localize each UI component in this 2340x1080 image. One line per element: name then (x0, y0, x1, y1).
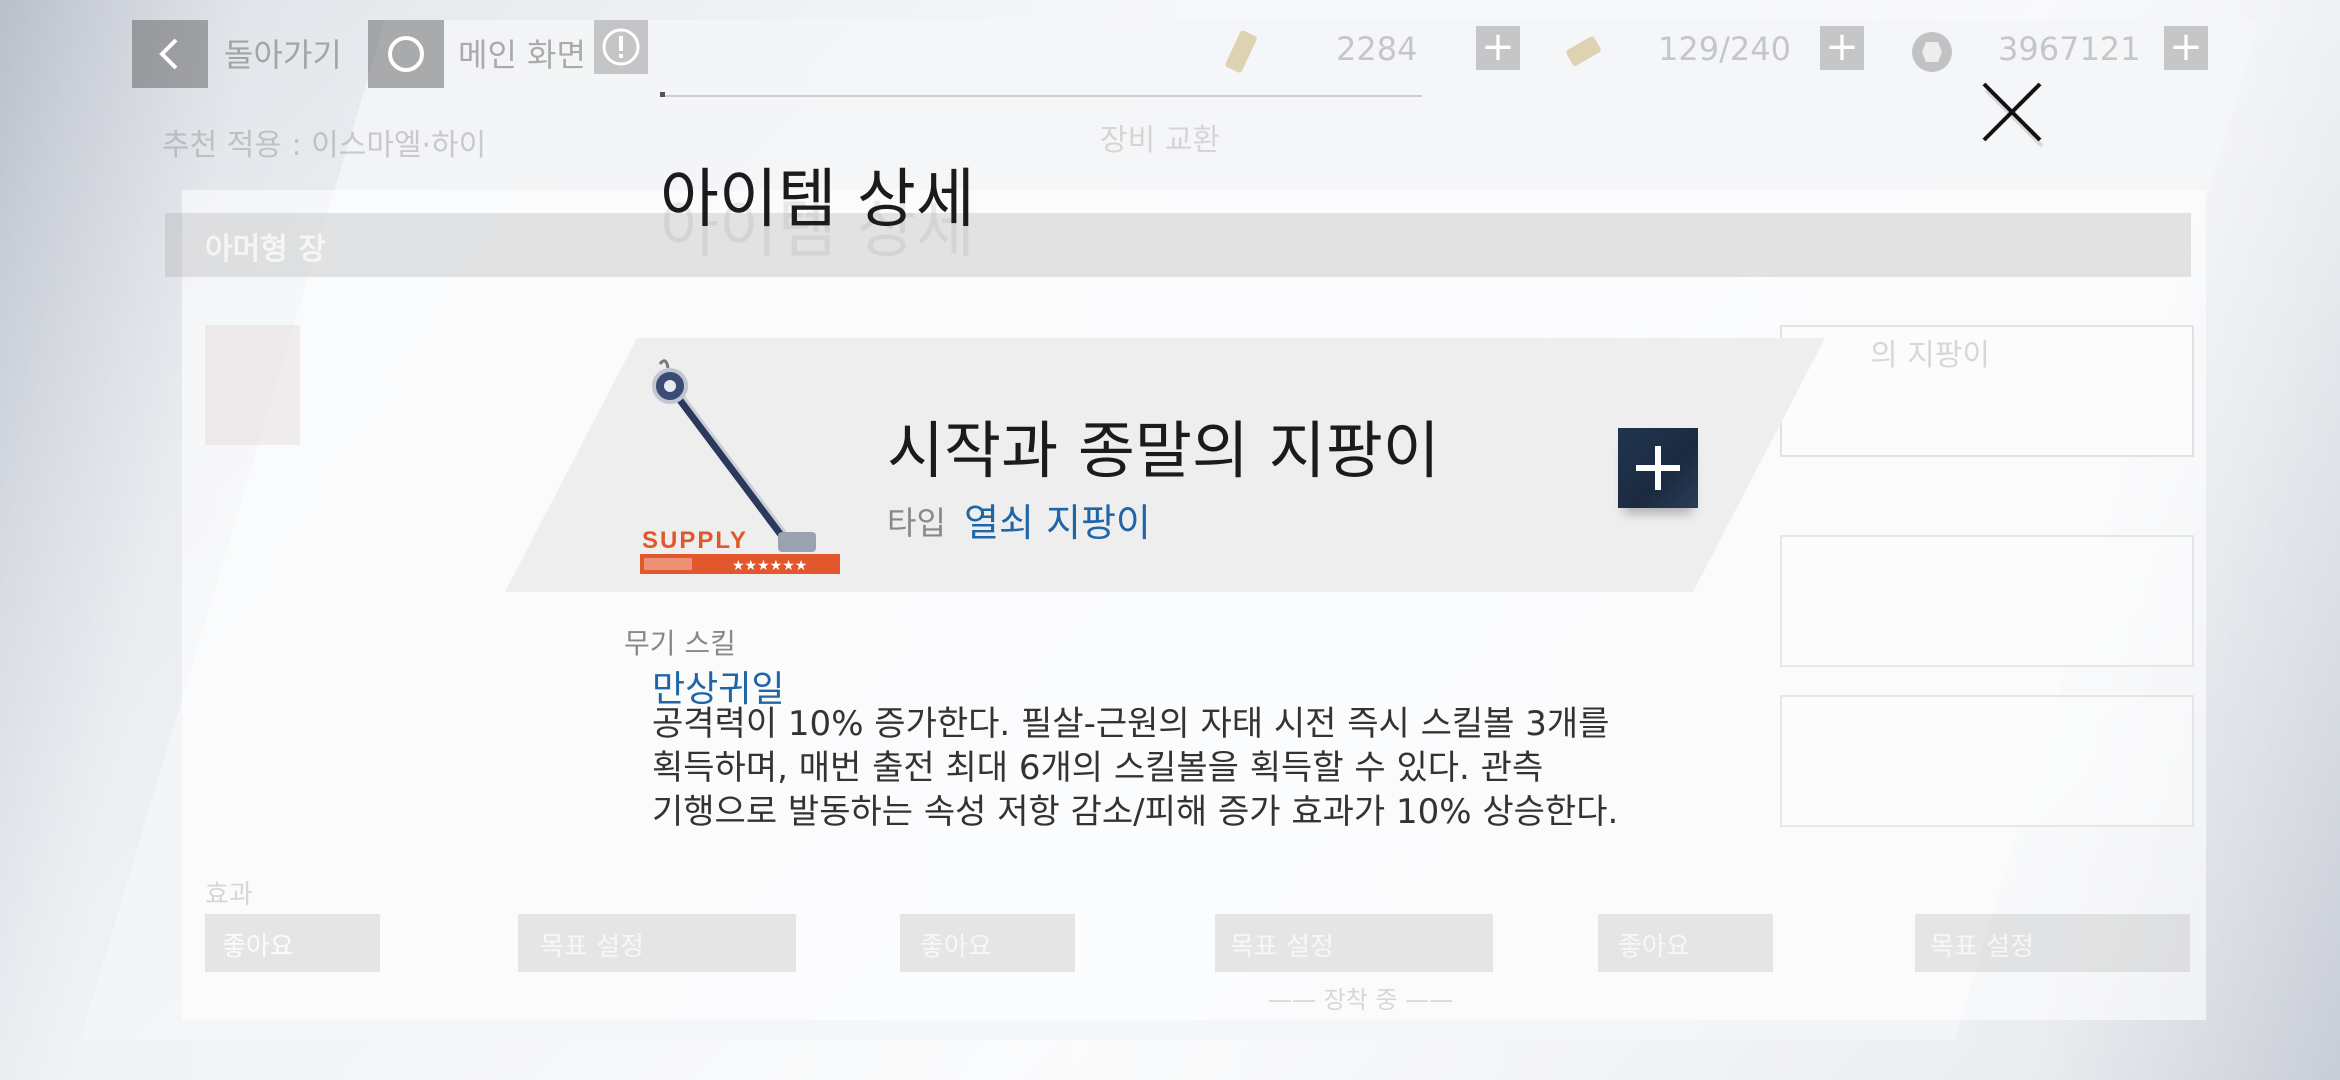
type-label: 타입 (887, 504, 946, 542)
close-icon (1982, 82, 2044, 148)
add-item-button[interactable] (1618, 428, 1698, 508)
supply-text: SUPPLY (642, 527, 748, 554)
close-button[interactable] (1972, 72, 2052, 152)
skill-description-line: 기행으로 발동하는 속성 저항 감소/피해 증가 효과가 10% 상승한다. (652, 792, 1619, 832)
item-detail-dialog: 아이템 상세 아이템 상세 SUPPLY ★★★★★★ 시작과 종말의 지팡이 … (0, 0, 2340, 1080)
skill-description-line: 획득하며, 매번 출전 최대 6개의 스킬볼을 획득할 수 있다. 관측 (652, 748, 1544, 788)
skill-description-line: 공격력이 10% 증가한다. 필살-근원의 자태 시전 즉시 스킬볼 3개를 (652, 704, 1610, 744)
dialog-divider-dot (660, 92, 665, 97)
plus-icon (1636, 446, 1680, 490)
type-value: 열쇠 지팡이 (964, 501, 1151, 545)
weapon-skill-description: 공격력이 10% 증가한다. 필살-근원의 자태 시전 즉시 스킬볼 3개를 획… (652, 702, 1712, 834)
item-thumbnail[interactable]: SUPPLY ★★★★★★ (640, 356, 840, 582)
vacuum-staff-icon: SUPPLY ★★★★★★ (640, 359, 840, 574)
dialog-title: 아이템 상세 (660, 163, 975, 237)
item-name: 시작과 종말의 지팡이 (887, 414, 1440, 487)
dialog-top-divider (660, 95, 1422, 97)
weapon-skill-heading: 무기 스킬 (624, 627, 736, 660)
rarity-stars: ★★★★★★ (732, 558, 807, 574)
